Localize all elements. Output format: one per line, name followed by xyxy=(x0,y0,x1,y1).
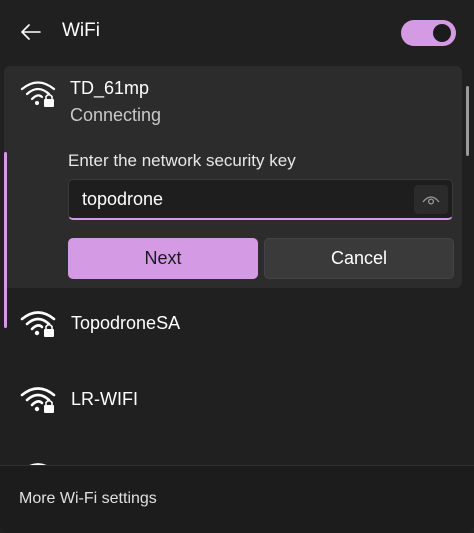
page-title: WiFi xyxy=(62,20,100,41)
network-status: Connecting xyxy=(70,105,162,125)
wifi-flyout: WiFi TD_61mp Connecting Enter the networ… xyxy=(0,0,474,533)
back-button[interactable] xyxy=(16,18,46,46)
cancel-button[interactable]: Cancel xyxy=(264,238,454,279)
network-list[interactable]: TD_61mp Connecting Enter the network sec… xyxy=(0,62,474,465)
wifi-toggle[interactable] xyxy=(401,20,456,46)
network-ssid: TD_61mp xyxy=(70,78,150,98)
security-key-value: topodrone xyxy=(82,189,164,209)
network-ssid: LR-WIFI xyxy=(71,389,138,409)
network-ssid: TopodroneSA xyxy=(71,313,181,333)
wifi-locked-icon xyxy=(20,81,56,107)
network-item[interactable]: TopodroneSA xyxy=(4,294,462,354)
footer: More Wi-Fi settings xyxy=(0,465,474,533)
eye-icon xyxy=(422,195,440,205)
reveal-password-button[interactable] xyxy=(414,185,448,214)
network-item-partial[interactable] xyxy=(4,446,462,465)
wifi-locked-icon xyxy=(20,311,56,337)
network-item[interactable]: LR-WIFI xyxy=(4,370,462,430)
security-key-input[interactable]: topodrone xyxy=(68,179,453,220)
wifi-header: WiFi xyxy=(0,0,474,62)
next-button[interactable]: Next xyxy=(68,238,258,279)
scrollbar-thumb[interactable] xyxy=(466,86,469,156)
back-arrow-icon xyxy=(21,24,41,40)
security-key-label: Enter the network security key xyxy=(68,151,296,170)
more-wifi-settings-link[interactable]: More Wi-Fi settings xyxy=(19,490,157,508)
toggle-knob xyxy=(433,24,451,42)
wifi-locked-icon xyxy=(20,387,56,413)
